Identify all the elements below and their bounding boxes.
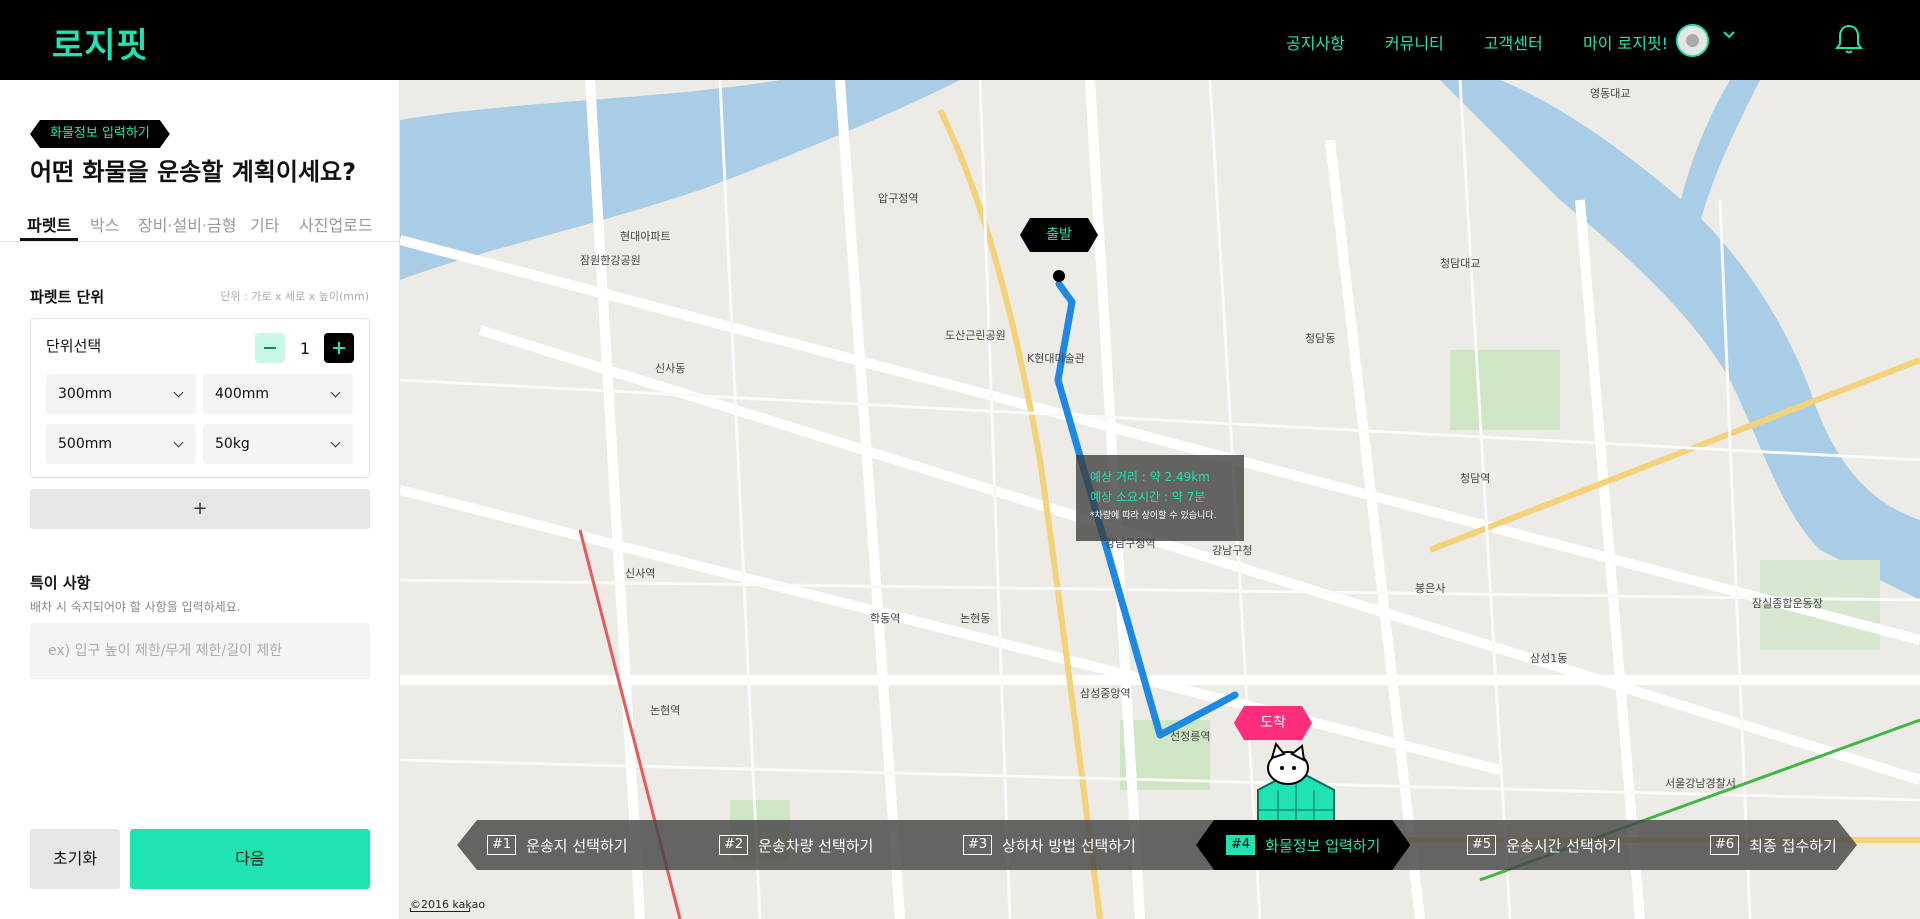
tab-equipment[interactable]: 장비·설비·금형 (138, 212, 237, 236)
map-label: 영동대교 (1590, 87, 1631, 100)
tab-photo-upload[interactable]: 사진업로드 (299, 212, 373, 236)
step-number: #1 (487, 835, 517, 855)
bell-icon[interactable] (1834, 22, 1864, 56)
chevron-down-icon[interactable] (1722, 28, 1736, 42)
step-6[interactable]: #6 최종 접수하기 (1710, 820, 1837, 870)
step-2[interactable]: #2 운송차량 선택하기 (719, 820, 873, 870)
step-4[interactable]: #4 화물정보 입력하기 (1196, 820, 1410, 870)
unit-hint: 단위 : 가로 x 세로 x 높이(mm) (220, 290, 369, 303)
step-badge: 화물정보 입력하기 (30, 120, 170, 148)
notes-title: 특이 사항 (30, 574, 91, 592)
route-note: *차량에 따라 상이할 수 있습니다. (1090, 511, 1217, 521)
pallet-unit-title: 파렛트 단위 (30, 288, 105, 306)
tab-box[interactable]: 박스 (90, 212, 119, 236)
step-number: #4 (1226, 835, 1255, 855)
step-label: 화물정보 입력하기 (1265, 836, 1381, 855)
map-label: 도산근린공원 (945, 329, 1006, 342)
height-select[interactable]: 500mm (46, 424, 196, 464)
top-nav-links: 공지사항 커뮤니티 고객센터 (1286, 30, 1543, 54)
weight-select[interactable]: 50kg (203, 424, 353, 464)
page-title: 어떤 화물을 운송할 계획이세요? (30, 158, 357, 186)
add-unit-button[interactable]: + (30, 489, 370, 529)
route-map[interactable]: 압구정역 신사역 논현역 강남구청 강남구청역 삼성중앙역 선정릉역 학동역 청… (400, 80, 1920, 919)
steps-background (457, 820, 1857, 870)
map-label: 서울강남경찰서 (1665, 777, 1736, 790)
map-label: 잠실종합운동장 (1752, 597, 1823, 610)
tab-etc[interactable]: 기타 (250, 212, 279, 236)
map-label: 선정릉역 (1170, 730, 1211, 743)
map-label: 청담역 (1460, 472, 1491, 485)
map-label: 삼성중앙역 (1080, 687, 1131, 700)
notes-hint: 배차 시 숙지되어야 할 사항을 입력하세요. (30, 600, 241, 614)
nav-community[interactable]: 커뮤니티 (1385, 30, 1444, 54)
step-number: #5 (1467, 835, 1497, 855)
step-1[interactable]: #1 운송지 선택하기 (487, 820, 628, 870)
route-info-box: 예상 거리 : 약 2.49km 예상 소요시간 : 약 7분 *차량에 따라 … (1076, 455, 1244, 541)
unit-select-box: 단위선택 1 300mm 400mm 500mm 50kg (30, 318, 370, 478)
estimated-distance: 예상 거리 : 약 2.49km (1090, 470, 1210, 484)
map-label: 논현동 (960, 612, 991, 625)
increase-quantity-button[interactable] (324, 333, 354, 363)
reset-button[interactable]: 초기화 (30, 829, 120, 889)
tab-pallet[interactable]: 파렛트 (27, 212, 71, 236)
map-label: 청담대교 (1440, 257, 1481, 270)
map-label: 압구정역 (878, 192, 919, 205)
my-logifit-menu[interactable]: 마이 로지핏! (1583, 30, 1668, 54)
nav-notice[interactable]: 공지사항 (1286, 30, 1345, 54)
map-label: 청담동 (1305, 332, 1336, 345)
active-tab-indicator (20, 238, 78, 241)
nav-customer-center[interactable]: 고객센터 (1484, 30, 1543, 54)
map-label: 삼성1동 (1530, 652, 1568, 665)
map-label: 학동역 (870, 612, 901, 625)
step-label: 운송시간 선택하기 (1506, 836, 1622, 855)
step-label: 최종 접수하기 (1749, 836, 1837, 855)
start-marker[interactable]: 출발 (1020, 218, 1098, 252)
length-select[interactable]: 400mm (203, 374, 353, 414)
map-credit: ©2016 kakao (410, 898, 486, 911)
quantity-value: 1 (299, 339, 311, 358)
step-5[interactable]: #5 운송시간 선택하기 (1467, 820, 1621, 870)
map-label: 강남구청 (1212, 544, 1253, 557)
width-select[interactable]: 300mm (46, 374, 196, 414)
map-label: 현대아파트 (620, 230, 671, 243)
top-navigation-bar: 로지핏 공지사항 커뮤니티 고객센터 마이 로지핏! (0, 0, 1920, 80)
step-label: 운송차량 선택하기 (758, 836, 874, 855)
step-number: #6 (1710, 835, 1740, 855)
map-label: 봉은사 (1415, 582, 1446, 595)
cargo-info-panel: 화물정보 입력하기 어떤 화물을 운송할 계획이세요? 파렛트 박스 장비·설비… (0, 80, 400, 919)
cargo-type-tabs: 파렛트 박스 장비·설비·금형 기타 사진업로드 (0, 200, 400, 242)
map-label: 논현역 (650, 704, 681, 717)
next-button[interactable]: 다음 (130, 829, 370, 889)
step-label: 상하차 방법 선택하기 (1002, 836, 1136, 855)
map-label: 신사동 (655, 362, 686, 375)
step-label: 운송지 선택하기 (526, 836, 628, 855)
map-label: 신사역 (625, 567, 656, 580)
map-label: 잠원한강공원 (580, 254, 641, 267)
decrease-quantity-button[interactable] (255, 333, 285, 363)
step-number: #3 (963, 835, 993, 855)
logo[interactable]: 로지핏 (52, 18, 149, 67)
estimated-duration: 예상 소요시간 : 약 7분 (1090, 490, 1206, 504)
unit-select-label: 단위선택 (46, 337, 102, 355)
step-number: #2 (719, 835, 749, 855)
progress-steps: #1 운송지 선택하기 #2 운송차량 선택하기 #3 상하차 방법 선택하기 … (457, 820, 1857, 870)
step-3[interactable]: #3 상하차 방법 선택하기 (963, 820, 1136, 870)
avatar[interactable] (1676, 24, 1709, 57)
map-label: K현대미술관 (1027, 352, 1085, 365)
notes-input[interactable] (30, 623, 370, 679)
end-marker[interactable]: 도착 (1234, 706, 1312, 740)
